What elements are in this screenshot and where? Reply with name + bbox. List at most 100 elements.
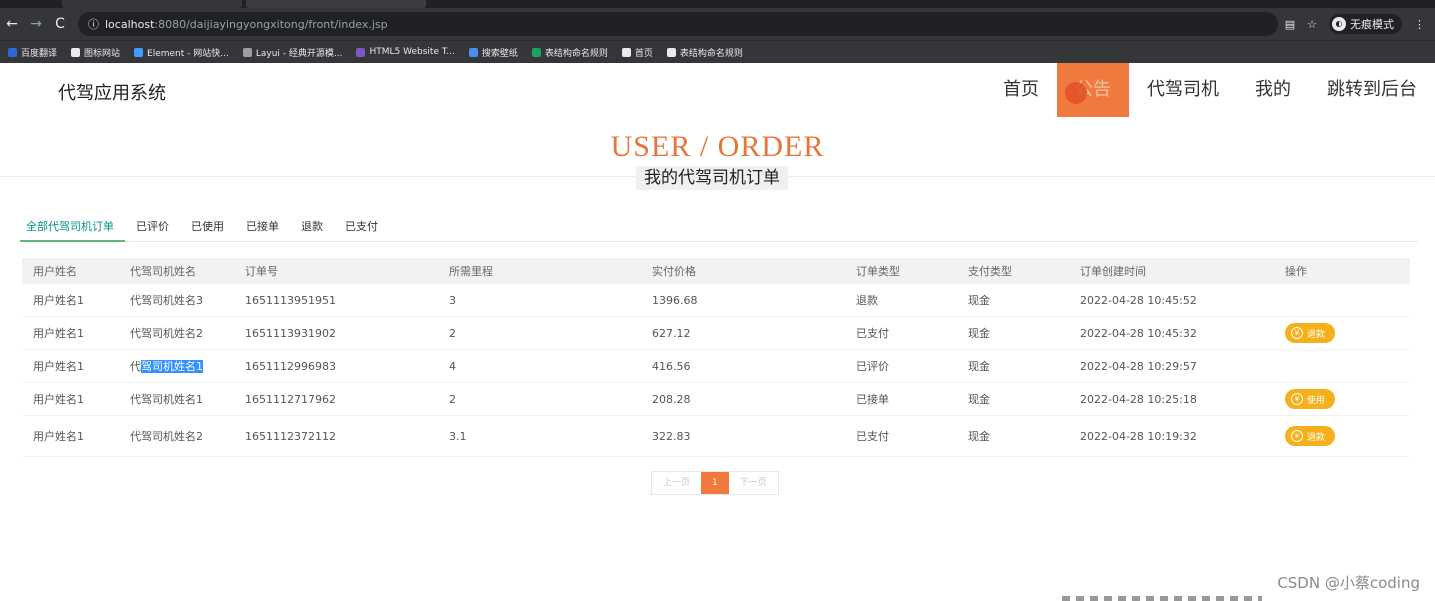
bookmark-item[interactable]: HTML5 Website T... — [356, 47, 455, 57]
back-icon[interactable]: ← — [0, 16, 24, 32]
tab-3[interactable]: 已接单 — [235, 213, 290, 241]
cell-pay: 现金 — [968, 393, 990, 406]
column-header: 实付价格 — [652, 265, 696, 278]
table-row: 用户姓名1 代驾司机姓名1 1651112996983 4 416.56 已评价 现金 202… — [22, 350, 1410, 383]
bookmark-item[interactable]: 百度翻译 — [8, 46, 57, 59]
nav-item-3[interactable]: 我的 — [1237, 63, 1309, 117]
nav-item-4[interactable]: 跳转到后台 — [1309, 63, 1435, 117]
browser-toolbar: ← → C ⓘ localhost:8080/daijiayingyongxit… — [0, 8, 1435, 40]
bookmark-favicon-icon — [356, 47, 366, 57]
bookmark-item[interactable]: Layui - 经典开源模... — [242, 46, 342, 59]
bookmark-label: Element - 网站快... — [147, 48, 229, 59]
browser-tab-strip — [0, 0, 1435, 8]
incognito-badge[interactable]: ◐ 无痕模式 — [1329, 14, 1402, 34]
cell-mileage: 4 — [449, 359, 456, 373]
cell-created: 2022-04-28 10:19:32 — [1080, 429, 1197, 443]
column-header: 支付类型 — [968, 265, 1012, 278]
cell-created: 2022-04-28 10:25:18 — [1080, 392, 1197, 406]
bookmark-item[interactable]: 图标网站 — [71, 46, 120, 59]
translate-icon[interactable]: ▤ — [1285, 18, 1295, 31]
refund-button[interactable]: ¥ 退款 — [1285, 426, 1336, 446]
nav-item-0[interactable]: 首页 — [985, 63, 1057, 117]
yen-icon: ¥ — [1291, 393, 1303, 405]
cell-price: 416.56 — [652, 359, 691, 373]
page-1-button[interactable]: 1 — [701, 472, 729, 494]
bookmark-label: 表结构命名规则 — [544, 48, 608, 59]
cell-user: 用户姓名1 — [33, 327, 84, 340]
address-bar[interactable]: ⓘ localhost:8080/daijiayingyongxitong/fr… — [78, 12, 1278, 36]
bookmark-label: 搜索壁纸 — [481, 48, 518, 59]
table-row: 用户姓名1 代驾司机姓名2 1651112372112 3.1 322.83 已支付 现金 2… — [22, 416, 1410, 457]
refund-button[interactable]: ¥ 退款 — [1285, 323, 1336, 343]
browser-tab-active[interactable] — [246, 0, 426, 8]
cell-mileage: 3.1 — [449, 429, 467, 443]
yen-icon: ¥ — [1291, 430, 1303, 442]
cell-order_no: 1651112996983 — [245, 359, 336, 373]
cell-mileage: 2 — [449, 392, 456, 406]
taskbar-fragment — [1062, 596, 1262, 601]
table-row: 用户姓名1 代驾司机姓名2 1651113931902 2 627.12 已支付 现金 202… — [22, 317, 1410, 350]
forward-icon[interactable]: → — [24, 16, 48, 32]
main-nav: 首页 公告 代驾司机 我的 跳转到后台 — [985, 63, 1435, 117]
section-title: USER / ORDER — [610, 130, 825, 163]
cell-created: 2022-04-28 10:45:52 — [1080, 293, 1197, 307]
bookmark-item[interactable]: 表结构命名规则 — [666, 46, 743, 59]
cell-driver: 代驾司机姓名1 — [119, 358, 234, 374]
bookmark-favicon-icon — [531, 47, 541, 57]
tab-0[interactable]: 全部代驾司机订单 — [20, 213, 125, 242]
cell-pay: 现金 — [968, 360, 990, 373]
cell-created: 2022-04-28 10:29:57 — [1080, 359, 1197, 373]
tab-5[interactable]: 已支付 — [334, 213, 389, 241]
bookmark-favicon-icon — [621, 47, 631, 57]
column-header: 订单创建时间 — [1080, 265, 1146, 278]
bookmark-label: 百度翻译 — [21, 48, 58, 59]
selected-text: 驾司机姓名1 — [141, 360, 203, 373]
cell-user: 用户姓名1 — [33, 294, 84, 307]
cell-type: 已支付 — [856, 430, 889, 443]
cell-action: ¥ 使用 — [1274, 389, 1410, 409]
cell-driver: 代驾司机姓名2 — [130, 327, 203, 340]
site-brand: 代驾应用系统 — [58, 83, 166, 104]
cell-type: 退款 — [856, 294, 878, 307]
use-button[interactable]: ¥ 使用 — [1285, 389, 1336, 409]
nav-item-2[interactable]: 代驾司机 — [1129, 63, 1237, 117]
bookmark-star-icon[interactable]: ☆ — [1307, 18, 1317, 31]
cell-driver: 代驾司机姓名3 — [130, 294, 203, 307]
cell-pay: 现金 — [968, 294, 990, 307]
cell-action: ¥ 退款 — [1274, 426, 1410, 446]
bookmark-label: 图标网站 — [84, 48, 121, 59]
table-row: 用户姓名1 代驾司机姓名3 1651113951951 3 1396.68 退款 现金 202… — [22, 284, 1410, 317]
menu-icon[interactable]: ⋮ — [1414, 18, 1425, 31]
tab-1[interactable]: 已评价 — [125, 213, 180, 241]
prev-page-button[interactable]: 上一页 — [652, 472, 701, 494]
tab-2[interactable]: 已使用 — [180, 213, 235, 241]
cell-price: 208.28 — [652, 392, 691, 406]
column-header: 订单类型 — [856, 265, 900, 278]
bookmark-favicon-icon — [242, 47, 252, 57]
cell-driver: 代驾司机姓名1 — [130, 393, 203, 406]
bookmark-item[interactable]: 搜索壁纸 — [468, 46, 518, 59]
bookmark-item[interactable]: Element - 网站快... — [134, 46, 229, 59]
table-body: 用户姓名1 代驾司机姓名3 1651113951951 3 1396.68 退款 现金 202… — [22, 284, 1410, 457]
table-row: 用户姓名1 代驾司机姓名1 1651112717962 2 208.28 已接单 现金 202… — [22, 383, 1410, 416]
cell-mileage: 3 — [449, 293, 456, 307]
cell-action: ¥ 退款 — [1274, 323, 1410, 343]
action-label: 退款 — [1307, 432, 1326, 443]
bookmark-favicon-icon — [71, 47, 81, 57]
tab-4[interactable]: 退款 — [290, 213, 334, 241]
bookmark-item[interactable]: 表结构命名规则 — [531, 46, 608, 59]
column-header: 所需里程 — [449, 265, 493, 278]
bookmark-item[interactable]: 首页 — [621, 46, 653, 59]
column-header: 用户姓名 — [33, 265, 77, 278]
cell-type: 已评价 — [856, 360, 889, 373]
bookmark-favicon-icon — [134, 47, 144, 57]
column-header: 操作 — [1285, 265, 1307, 278]
cell-price: 627.12 — [652, 326, 691, 340]
cell-pay: 现金 — [968, 430, 990, 443]
site-info-icon[interactable]: ⓘ — [88, 16, 99, 32]
table-header: 用户姓名 代驾司机姓名 订单号 所需里程 实付价格 订单类型 支付类型 订单创建时间 操作 — [22, 258, 1410, 284]
browser-tab[interactable] — [62, 0, 242, 8]
next-page-button[interactable]: 下一页 — [729, 472, 778, 494]
site-header: 代驾应用系统 首页 公告 代驾司机 我的 跳转到后台 — [0, 63, 1435, 117]
reload-icon[interactable]: C — [48, 16, 72, 32]
